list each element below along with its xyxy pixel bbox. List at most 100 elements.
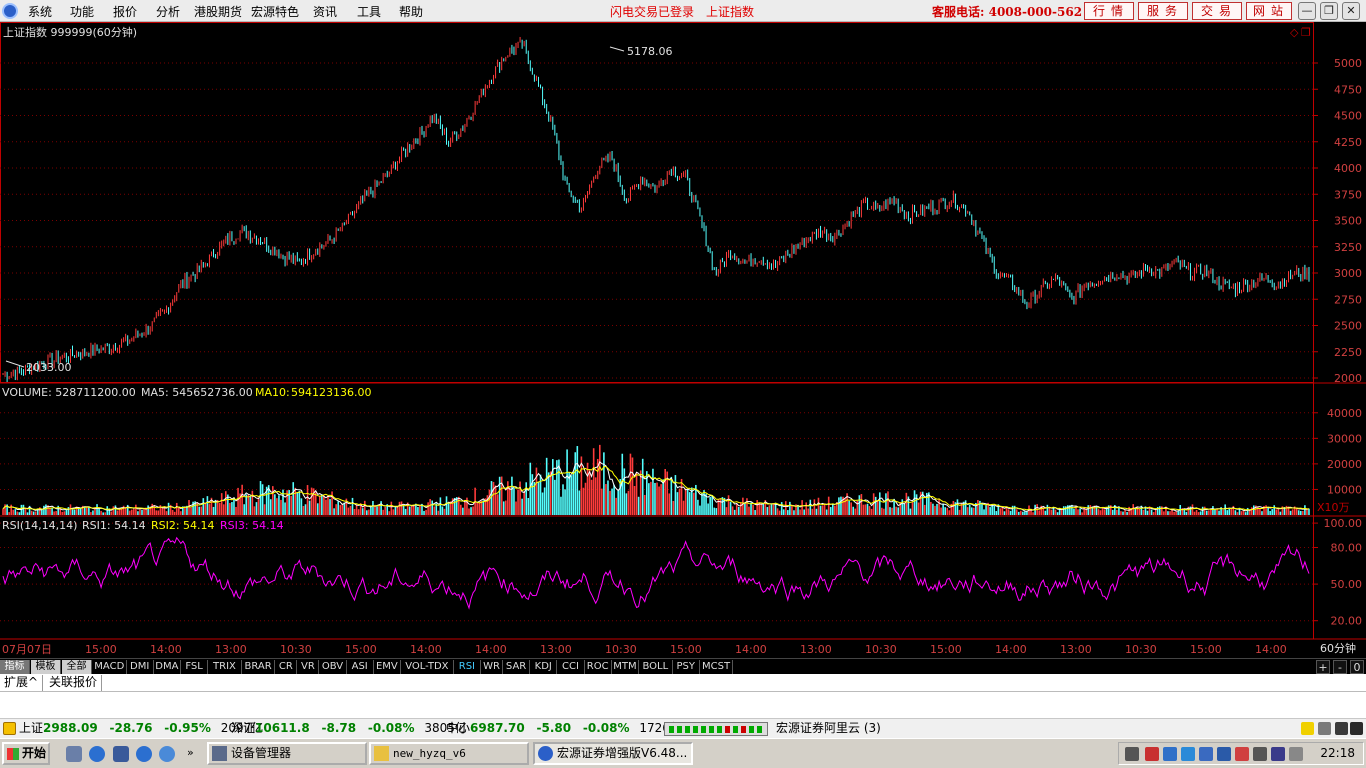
indicator-group-tab[interactable]: 指标 — [0, 660, 30, 674]
ql-explorer-icon[interactable] — [66, 746, 82, 762]
indicator-tab[interactable]: VR — [297, 660, 320, 674]
close-button[interactable]: ✕ — [1342, 2, 1360, 20]
grid-icon[interactable] — [1350, 722, 1363, 735]
alert-icon[interactable] — [3, 722, 16, 735]
restore-icon[interactable]: ❐ — [1301, 26, 1311, 39]
indicator-tab[interactable]: MCST — [700, 660, 734, 674]
signal-icon[interactable] — [1318, 722, 1331, 735]
chart-control-button[interactable]: - — [1333, 660, 1347, 674]
indicator-tab[interactable]: OBV — [319, 660, 347, 674]
notice-icon[interactable] — [1301, 722, 1314, 735]
windows-logo-icon — [7, 748, 19, 760]
index-shanghai[interactable]: 上证2988.09 -28.76 -0.95% 2097亿 — [19, 719, 263, 738]
clock[interactable]: 22:18 — [1320, 746, 1355, 760]
volume-unit: X10万 — [1317, 501, 1350, 514]
ql-ie2-icon[interactable] — [136, 746, 152, 762]
trade-button[interactable]: 交易 — [1192, 2, 1242, 20]
index-smb[interactable]: 中小6987.70 -5.80 -0.08% 1726亿 — [446, 719, 682, 738]
indicator-tab[interactable]: MACD — [93, 660, 127, 674]
extension-tab-row: 扩展^ 关联报价 — [0, 674, 1366, 692]
price-tick-label: 3000 — [1334, 267, 1362, 280]
ql-ie-icon[interactable] — [89, 746, 105, 762]
indicator-tab[interactable]: KDJ — [530, 660, 558, 674]
tray-printer-icon[interactable] — [1253, 747, 1267, 761]
menu-system[interactable]: 系统 — [28, 3, 52, 20]
indicator-tab[interactable]: ROC — [585, 660, 612, 674]
time-axis-label: 14:00 — [475, 643, 507, 656]
tray-app-icon[interactable] — [1145, 747, 1159, 761]
tab-related-quotes[interactable]: 关联报价 — [45, 675, 103, 691]
time-axis-label: 13:00 — [1060, 643, 1092, 656]
tray-monitor-icon[interactable] — [1271, 747, 1285, 761]
index-shenzhen[interactable]: 深证10611.8 -8.78 -0.08% 3805亿 — [231, 719, 467, 738]
menu-function[interactable]: 功能 — [70, 3, 94, 20]
ql-browser-icon[interactable] — [159, 746, 175, 762]
indicator-tab[interactable]: BRAR — [242, 660, 276, 674]
indicator-group-tab[interactable]: 全部 — [62, 660, 92, 674]
menu-quote[interactable]: 报价 — [113, 3, 137, 20]
indicator-tab[interactable]: TRIX — [208, 660, 242, 674]
indicator-tab[interactable]: ASI — [347, 660, 374, 674]
chart-canvas[interactable]: 5000 4750 4500 4250 4000 3750 3500 3250 3000 2750… — [0, 22, 1366, 658]
diamond-icon[interactable]: ◇ — [1290, 26, 1299, 39]
indicator-tab[interactable]: PSY — [673, 660, 700, 674]
minimize-button[interactable]: — — [1298, 2, 1316, 20]
task-folder[interactable]: new_hyzq_v6 — [369, 742, 529, 765]
website-button[interactable]: 网站 — [1246, 2, 1292, 20]
price-tick-label: 2000 — [1334, 372, 1362, 385]
tray-security-icon[interactable] — [1217, 747, 1231, 761]
indicator-tab[interactable]: RSI — [454, 660, 481, 674]
volume-tick-label: 40000 — [1327, 407, 1362, 420]
price-tick-label: 4500 — [1334, 110, 1362, 123]
volume-ma5: MA5: 545652736.00 — [141, 386, 253, 399]
tab-expand[interactable]: 扩展^ — [0, 675, 44, 691]
indicator-tab[interactable]: VOL-TDX — [401, 660, 454, 674]
rsi2-value: 54.14 — [183, 519, 215, 532]
main-panel-border — [0, 22, 1314, 383]
time-axis-label: 15:00 — [930, 643, 962, 656]
indicator-tab[interactable]: DMI — [127, 660, 154, 674]
indicator-tab[interactable]: BOLL — [639, 660, 673, 674]
menu-info[interactable]: 资讯 — [313, 3, 337, 20]
time-axis-label: 10:30 — [280, 643, 312, 656]
tray-qq-icon[interactable] — [1163, 747, 1177, 761]
tray-sync-icon[interactable] — [1181, 747, 1195, 761]
market-button[interactable]: 行情 — [1084, 2, 1134, 20]
price-tick-label: 4750 — [1334, 83, 1362, 96]
indicator-tab[interactable]: CCI — [557, 660, 585, 674]
task-trading-app[interactable]: 宏源证券增强版V6.48... — [533, 742, 693, 765]
indicator-tab[interactable]: WR — [481, 660, 503, 674]
volume-icon[interactable] — [1289, 747, 1303, 761]
indicator-tab[interactable]: FSL — [181, 660, 209, 674]
start-button[interactable]: 开始 — [2, 742, 50, 765]
app-logo-icon[interactable] — [2, 3, 18, 19]
time-axis-label: 15:00 — [670, 643, 702, 656]
menu-analysis[interactable]: 分析 — [156, 3, 180, 20]
indicator-tab[interactable]: EMV — [374, 660, 401, 674]
indicator-group-tab[interactable]: 模板 — [31, 660, 61, 674]
time-axis-label: 13:00 — [800, 643, 832, 656]
chart-control-button[interactable]: + — [1316, 660, 1330, 674]
rsi-tick-label: 100.00 — [1324, 517, 1363, 530]
tray-shield-icon[interactable] — [1235, 747, 1249, 761]
restore-button[interactable]: ❐ — [1320, 2, 1338, 20]
indicator-tab[interactable]: MTM — [612, 660, 639, 674]
menu-hongyuan-special[interactable]: 宏源特色 — [251, 3, 299, 20]
keyboard-icon[interactable] — [1125, 747, 1139, 761]
taskbar: 开始 » 设备管理器 new_hyzq_v6 宏源证券增强版V6.48... 2… — [0, 738, 1366, 768]
chart-area[interactable]: 5000 4750 4500 4250 4000 3750 3500 3250 3000 2750… — [0, 22, 1366, 658]
indicator-tab[interactable]: CR — [275, 660, 298, 674]
menu-tools[interactable]: 工具 — [357, 3, 381, 20]
tray-network-icon[interactable] — [1199, 747, 1213, 761]
service-hotline: 客服电话: 4008-000-562 — [932, 5, 1083, 19]
indicator-tab[interactable]: SAR — [503, 660, 531, 674]
ql-more-icon[interactable]: » — [187, 746, 194, 759]
chart-control-button[interactable]: 0 — [1350, 660, 1364, 674]
service-button[interactable]: 服务 — [1138, 2, 1188, 20]
indicator-tab[interactable]: DMA — [154, 660, 181, 674]
menu-help[interactable]: 帮助 — [399, 3, 423, 20]
task-device-manager[interactable]: 设备管理器 — [207, 742, 367, 765]
ql-desktop-icon[interactable] — [113, 746, 129, 762]
menu-hk-futures[interactable]: 港股期货 — [194, 3, 242, 20]
monitor-icon[interactable] — [1335, 722, 1348, 735]
